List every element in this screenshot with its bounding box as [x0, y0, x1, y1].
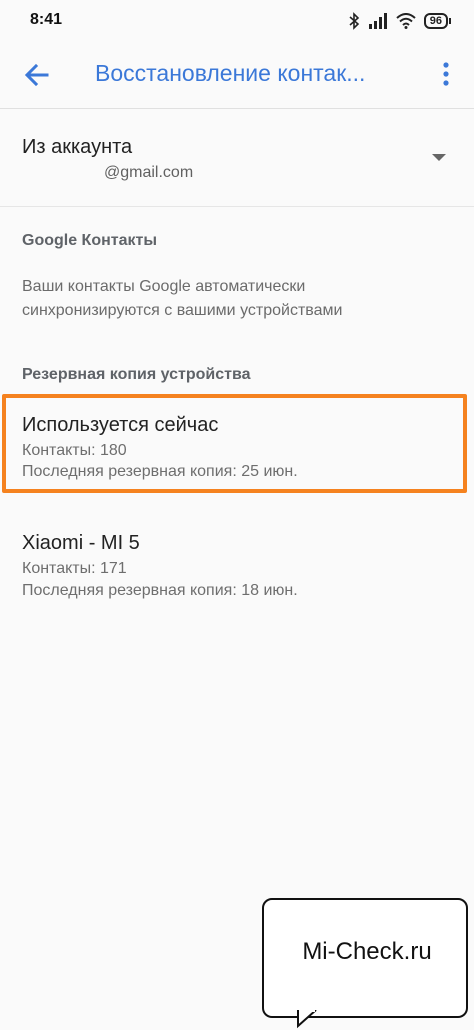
more-options-icon[interactable]	[434, 58, 458, 92]
account-email: @gmail.com	[104, 164, 194, 181]
wifi-icon	[396, 13, 416, 29]
bubble-tail	[297, 1010, 317, 1029]
backup-item-title: Xiaomi - MI 5	[22, 532, 140, 554]
back-arrow-icon[interactable]	[20, 58, 54, 92]
bluetooth-icon	[349, 12, 359, 30]
highlight-frame	[2, 394, 467, 493]
watermark-bubble: Mi-Check.ru	[262, 898, 468, 1018]
backup-item-contacts: Контакты: 171	[22, 560, 127, 577]
battery-icon: 96	[423, 13, 452, 29]
backup-item-last-backup: Последняя резервная копия: 18 июн.	[22, 582, 298, 599]
signal-icon	[368, 13, 387, 29]
google-contacts-line1: Ваши контакты Google автоматически	[22, 278, 306, 295]
page-title: Восстановление контак...	[95, 60, 366, 86]
device-backup-heading: Резервная копия устройства	[22, 366, 251, 383]
watermark-text: Mi-Check.ru	[302, 938, 432, 965]
google-contacts-heading: Google Контакты	[22, 232, 157, 249]
status-icons: 96	[348, 10, 452, 32]
app-toolbar: Восстановление контак...	[0, 40, 474, 109]
dropdown-arrow-icon[interactable]	[432, 154, 446, 161]
account-selector[interactable]: Из аккаунта @gmail.com	[0, 110, 474, 207]
account-label: Из аккаунта	[22, 136, 133, 158]
backup-item-xiaomi[interactable]: Xiaomi - MI 5 Контакты: 171 Последняя ре…	[0, 518, 474, 610]
status-time: 8:41	[30, 11, 63, 28]
status-bar: 8:41 96	[0, 0, 474, 40]
google-contacts-line2: синхронизируются с вашими устройствами	[22, 302, 343, 319]
